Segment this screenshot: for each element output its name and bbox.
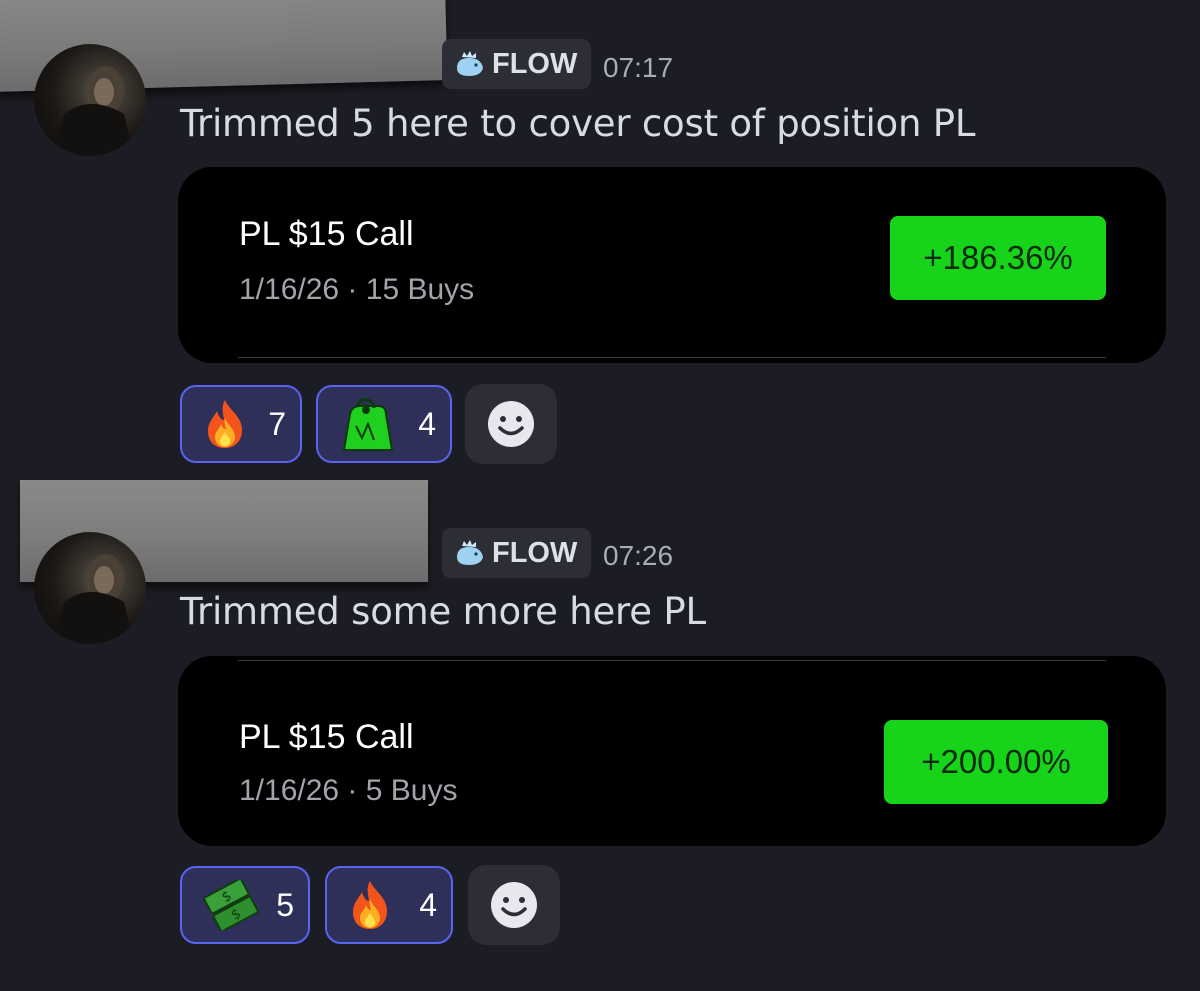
trade-title: PL $15 Call — [239, 718, 414, 756]
role-badge-label: FLOW — [492, 47, 578, 80]
gain-badge: +200.00% — [884, 720, 1108, 804]
role-badge-label: FLOW — [492, 536, 578, 569]
role-badge[interactable]: FLOW — [442, 528, 592, 578]
trade-card[interactable]: PL $15 Call 1/16/26 · 5 Buys +200.00% — [178, 656, 1166, 846]
fire-icon — [353, 881, 387, 929]
reaction-count: 4 — [418, 405, 436, 442]
divider — [238, 357, 1106, 358]
money-bag-icon — [342, 398, 394, 451]
gain-badge: +186.36% — [890, 216, 1106, 300]
reaction-money-with-wings[interactable]: $ $ 5 — [180, 866, 310, 944]
whale-icon — [457, 51, 483, 76]
reaction-count: 5 — [276, 886, 294, 923]
role-badge[interactable]: FLOW — [442, 39, 592, 89]
smiley-icon — [491, 882, 537, 928]
reaction-count: 7 — [268, 405, 286, 442]
message-text: Trimmed 5 here to cover cost of position… — [180, 102, 976, 145]
trade-subtitle: 1/16/26 · 5 Buys — [239, 774, 458, 807]
fire-icon — [208, 400, 242, 448]
reaction-fire[interactable]: 7 — [180, 385, 302, 463]
trade-title: PL $15 Call — [239, 215, 414, 253]
avatar-image — [54, 66, 134, 156]
whale-icon — [457, 540, 483, 565]
message-text: Trimmed some more here PL — [180, 590, 706, 633]
reaction-count: 4 — [419, 886, 437, 923]
avatar[interactable] — [34, 44, 146, 156]
add-reaction-button[interactable] — [465, 384, 557, 464]
money-with-wings-icon: $ $ — [203, 880, 259, 930]
reaction-money-bag[interactable]: 4 — [316, 385, 452, 463]
reaction-fire[interactable]: 4 — [325, 866, 453, 944]
smiley-icon — [488, 401, 534, 447]
avatar-image — [54, 554, 134, 644]
timestamp: 07:26 — [603, 540, 674, 571]
trade-card[interactable]: PL $15 Call 1/16/26 · 15 Buys +186.36% — [178, 167, 1166, 363]
divider — [238, 660, 1106, 661]
avatar[interactable] — [34, 532, 146, 644]
timestamp: 07:17 — [603, 52, 674, 83]
trade-subtitle: 1/16/26 · 15 Buys — [239, 273, 475, 306]
add-reaction-button[interactable] — [468, 865, 560, 945]
